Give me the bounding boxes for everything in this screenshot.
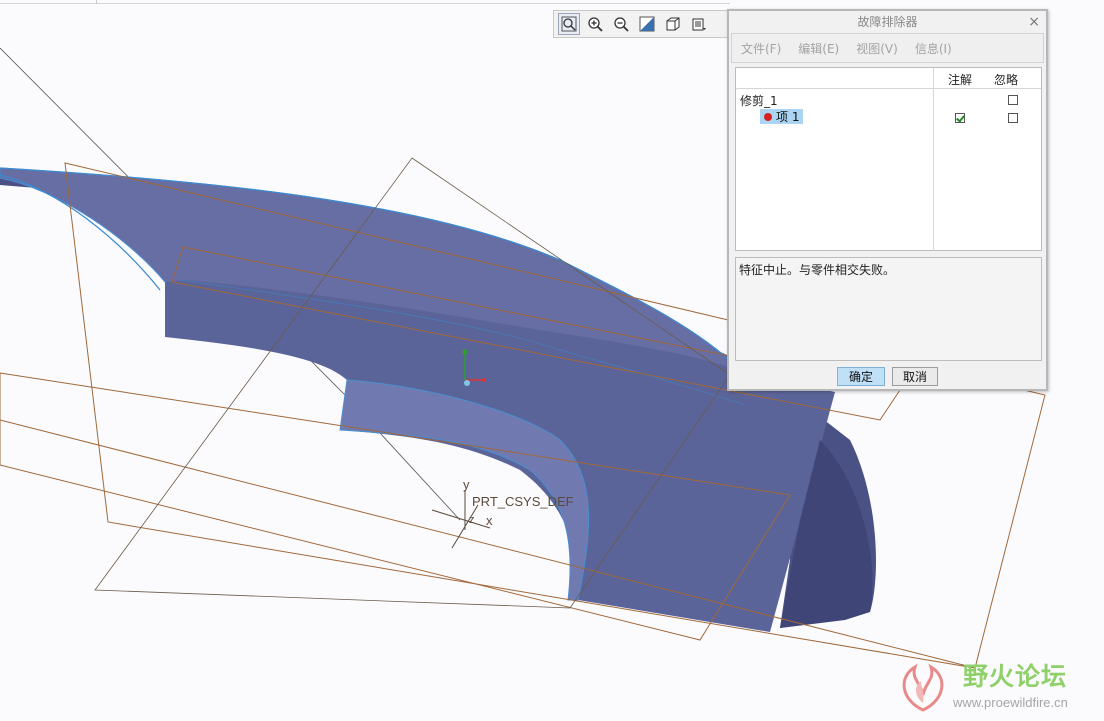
dialog-menubar: 文件(F) 编辑(E) 视图(V) 信息(I) — [731, 33, 1044, 63]
ignore-checkbox[interactable] — [1008, 113, 1018, 123]
csys-name-label: PRT_CSYS_DEF — [472, 494, 574, 509]
tree-item-label: 项 1 — [776, 110, 800, 124]
display-style-icon[interactable] — [662, 13, 684, 35]
message-panel: 特征中止。与零件相交失败。 — [735, 257, 1042, 361]
view-toolbar — [553, 10, 733, 38]
dialog-titlebar[interactable]: 故障排除器 × — [729, 11, 1046, 33]
close-icon[interactable]: × — [1028, 11, 1040, 33]
menu-info[interactable]: 信息(I) — [915, 40, 952, 57]
tree-header: 注解 忽略 — [736, 68, 1041, 89]
menu-view[interactable]: 视图(V) — [856, 40, 898, 57]
csys-x-label: x — [486, 513, 493, 528]
csys-y-label: y — [463, 477, 470, 492]
menu-edit[interactable]: 编辑(E) — [798, 40, 839, 57]
error-message: 特征中止。与零件相交失败。 — [739, 263, 896, 277]
top-separator-tick — [96, 0, 97, 4]
error-dot-icon — [764, 112, 772, 121]
saved-views-icon[interactable] — [688, 13, 710, 35]
troubleshooter-dialog: 故障排除器 × 文件(F) 编辑(E) 视图(V) 信息(I) 注解 忽略 修剪… — [727, 9, 1048, 391]
zoom-in-icon[interactable] — [584, 13, 606, 35]
tree-row-label: 修剪_1 — [740, 94, 778, 108]
top-separator — [0, 3, 730, 4]
tree-row-item[interactable]: 项 1 — [736, 108, 1041, 126]
forum-watermark: 野火论坛 www.proewildfire.cn — [893, 655, 1098, 717]
cancel-button[interactable]: 取消 — [892, 367, 938, 386]
column-header-ignore[interactable]: 忽略 — [994, 71, 1018, 88]
repaint-icon[interactable] — [636, 13, 658, 35]
column-header-notes[interactable]: 注解 — [948, 71, 972, 88]
notes-checkbox[interactable] — [955, 113, 965, 123]
zoom-out-icon[interactable] — [610, 13, 632, 35]
flame-logo-icon — [902, 663, 944, 712]
tree-row-trim[interactable]: 修剪_1 — [736, 90, 1041, 108]
tree-item-selected[interactable]: 项 1 — [760, 109, 804, 124]
ignore-checkbox[interactable] — [1008, 95, 1018, 105]
watermark-title: 野火论坛 — [963, 662, 1068, 691]
menu-file[interactable]: 文件(F) — [741, 40, 781, 57]
watermark-url: www.proewildfire.cn — [953, 695, 1068, 710]
csys-z-label: z — [469, 514, 475, 526]
ok-button[interactable]: 确定 — [837, 367, 885, 386]
dialog-title: 故障排除器 — [857, 15, 918, 29]
zoom-fit-icon[interactable] — [558, 13, 580, 35]
feature-tree-panel: 注解 忽略 修剪_1 项 1 — [735, 67, 1042, 251]
